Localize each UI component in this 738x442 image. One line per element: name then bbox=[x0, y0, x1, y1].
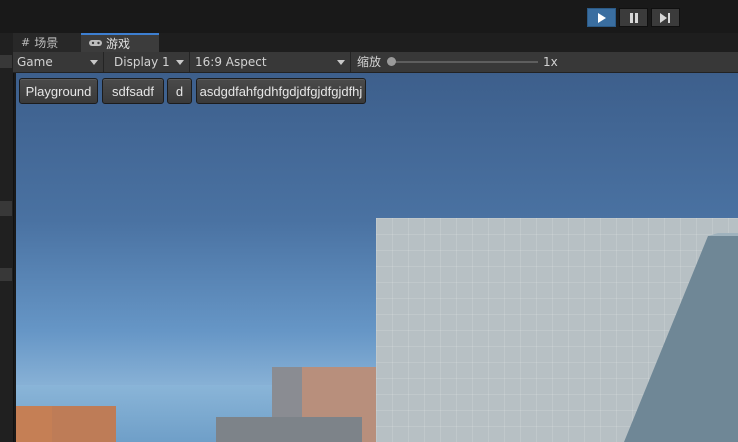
game-control-bar: Game Display 1 16:9 Aspect 缩放 1x bbox=[13, 52, 738, 73]
display-dropdown[interactable]: Display 1 bbox=[110, 52, 190, 72]
pause-icon bbox=[629, 12, 638, 23]
panel-row-highlight bbox=[0, 201, 12, 216]
tab-scene[interactable]: # 场景 bbox=[13, 33, 81, 52]
game-viewport[interactable]: Playground sdfsadf d asdgdfahfgdhfgdjdfg… bbox=[16, 73, 738, 442]
game-button-sdfsadf-label: sdfsadf bbox=[112, 83, 154, 99]
chevron-down-icon bbox=[337, 60, 345, 65]
game-button-sdfsadf[interactable]: sdfsadf bbox=[102, 78, 164, 104]
panel-menu-icon[interactable] bbox=[0, 55, 12, 68]
step-icon bbox=[660, 12, 670, 23]
chevron-down-icon bbox=[90, 60, 98, 65]
tab-scene-label: 场景 bbox=[34, 36, 59, 50]
play-icon bbox=[597, 12, 606, 23]
game-button-long-label: asdgdfahfgdhfgdjdfgjdfgjdfhj bbox=[199, 83, 363, 99]
chevron-down-icon bbox=[176, 60, 184, 65]
left-panel-edge bbox=[0, 33, 14, 442]
scale-value: 1x bbox=[543, 55, 558, 69]
scene-ramp-shadow bbox=[624, 233, 738, 442]
tab-game[interactable]: 游戏 bbox=[81, 33, 159, 52]
game-view-dropdown[interactable]: Game bbox=[13, 52, 104, 72]
pause-button[interactable] bbox=[619, 8, 648, 27]
game-button-d-label: d bbox=[175, 83, 184, 99]
step-button[interactable] bbox=[651, 8, 680, 27]
aspect-dropdown[interactable]: 16:9 Aspect bbox=[191, 52, 351, 72]
scale-label: 缩放 bbox=[357, 55, 382, 69]
game-button-playground[interactable]: Playground bbox=[19, 78, 98, 104]
scale-slider-handle[interactable] bbox=[387, 57, 396, 66]
game-view-dropdown-label: Game bbox=[17, 55, 53, 69]
game-button-playground-label: Playground bbox=[25, 83, 92, 99]
main-toolbar bbox=[0, 0, 738, 33]
game-button-d[interactable]: d bbox=[167, 78, 192, 104]
game-button-long[interactable]: asdgdfahfgdhfgdjdfgjdfgjdfhj bbox=[196, 78, 366, 104]
scene-block-orange-face bbox=[52, 406, 116, 442]
play-button[interactable] bbox=[587, 8, 616, 27]
aspect-dropdown-label: 16:9 Aspect bbox=[195, 55, 267, 69]
scale-slider[interactable] bbox=[390, 61, 538, 63]
tab-bar: # 场景 游戏 bbox=[13, 33, 738, 53]
panel-divider bbox=[0, 268, 12, 281]
grid-icon: # bbox=[21, 36, 31, 49]
display-dropdown-label: Display 1 bbox=[114, 55, 170, 69]
scene-slab bbox=[216, 417, 362, 442]
tab-game-label: 游戏 bbox=[106, 37, 131, 51]
gamepad-icon bbox=[89, 37, 102, 50]
